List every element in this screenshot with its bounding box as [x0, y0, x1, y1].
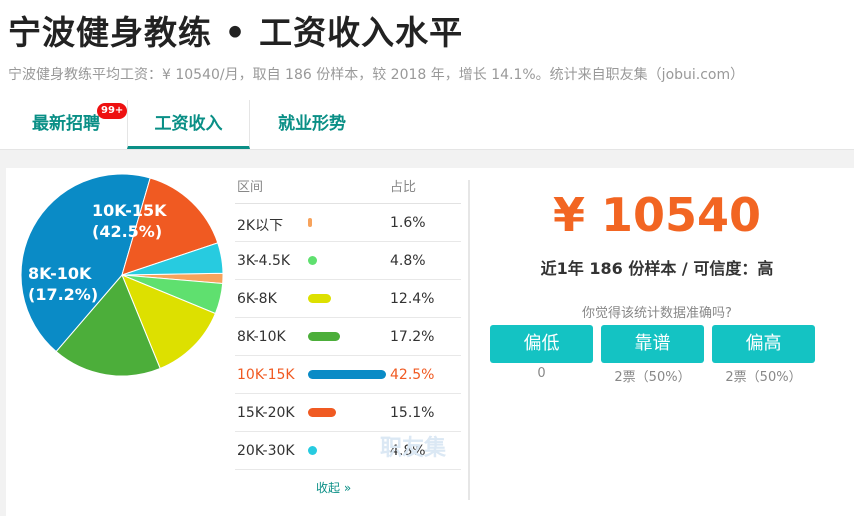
- page-subtitle: 宁波健身教练平均工资：¥ 10540/月，取自 186 份样本，较 2018 年…: [8, 67, 745, 83]
- tab-label: 工资收入: [154, 114, 223, 134]
- table-row: 6K-8K 12.4%: [235, 280, 461, 318]
- page-title: 宁波健身教练 • 工资收入水平: [8, 13, 464, 52]
- average-salary: ¥ 10540: [552, 188, 762, 242]
- salary-panel: 10K-15K (42.5%) 8K-10K (17.2%) 区间 占比 2K以…: [6, 168, 854, 516]
- vote-low-button[interactable]: 偏低: [490, 325, 593, 363]
- tab-label: 最新招聘: [32, 114, 100, 134]
- distribution-table: 区间 占比 2K以下 1.6% 3K-4.5K 4.8% 6K-8K 12.4% 8K-10…: [235, 176, 461, 495]
- row-bar: [308, 294, 331, 303]
- vote-accurate-count: 2票（50%）: [614, 370, 691, 385]
- row-pct: 15.1%: [390, 405, 435, 421]
- row-bar: [308, 408, 336, 417]
- pie-label-8k-10k: 8K-10K (17.2%): [28, 263, 98, 305]
- tab-label: 就业形势: [278, 114, 346, 134]
- vote-high-count: 2票（50%）: [725, 370, 802, 385]
- header-area: 宁波健身教练 • 工资收入水平 宁波健身教练平均工资：¥ 10540/月，取自 …: [0, 0, 854, 150]
- row-bar: [308, 218, 312, 227]
- row-range: 15K-20K: [237, 405, 295, 421]
- row-bar: [308, 332, 340, 341]
- row-range: 8K-10K: [237, 329, 286, 345]
- row-bar: [308, 370, 386, 379]
- accuracy-question: 你觉得该统计数据准确吗?: [582, 306, 732, 321]
- table-row: 3K-4.5K 4.8%: [235, 242, 461, 280]
- pie-label-10k-15k: 10K-15K (42.5%): [92, 200, 167, 242]
- header-pct: 占比: [390, 180, 417, 195]
- table-row: 8K-10K 17.2%: [235, 318, 461, 356]
- row-range: 2K以下: [237, 218, 284, 234]
- table-header: 区间 占比: [235, 176, 461, 204]
- row-bar: [308, 446, 317, 455]
- table-row: 2K以下 1.6%: [235, 204, 461, 242]
- pie-label-name: 10K-15K: [92, 201, 167, 220]
- row-pct: 42.5%: [390, 367, 435, 383]
- row-range: 10K-15K: [237, 367, 295, 383]
- tab-employment[interactable]: 就业形势: [262, 100, 362, 148]
- vote-low-count: 0: [537, 366, 546, 381]
- row-range: 6K-8K: [237, 291, 277, 307]
- row-pct: 1.6%: [390, 215, 426, 231]
- tab-bar: 最新招聘 99+ 工资收入 就业形势: [0, 100, 854, 150]
- header-range: 区间: [237, 180, 264, 195]
- table-row: 15K-20K 15.1%: [235, 394, 461, 432]
- collapse-link[interactable]: 收起 »: [316, 479, 351, 496]
- table-row: 10K-15K 42.5%: [235, 356, 461, 394]
- tab-salary[interactable]: 工资收入: [127, 100, 250, 149]
- pie-label-pct: (42.5%): [92, 222, 163, 241]
- row-range: 20K-30K: [237, 443, 295, 459]
- watermark: 职友集: [380, 436, 447, 461]
- divider: [468, 180, 470, 500]
- row-pct: 17.2%: [390, 329, 435, 345]
- row-bar: [308, 256, 317, 265]
- vote-accurate-button[interactable]: 靠谱: [601, 325, 704, 363]
- pie-label-pct: (17.2%): [28, 285, 99, 304]
- row-pct: 4.8%: [390, 253, 426, 269]
- pie-label-name: 8K-10K: [28, 264, 92, 283]
- row-pct: 12.4%: [390, 291, 435, 307]
- sample-info: 近1年 186 份样本 / 可信度：高: [540, 259, 774, 278]
- vote-high-button[interactable]: 偏高: [712, 325, 815, 363]
- count-badge: 99+: [97, 103, 128, 119]
- row-range: 3K-4.5K: [237, 253, 291, 269]
